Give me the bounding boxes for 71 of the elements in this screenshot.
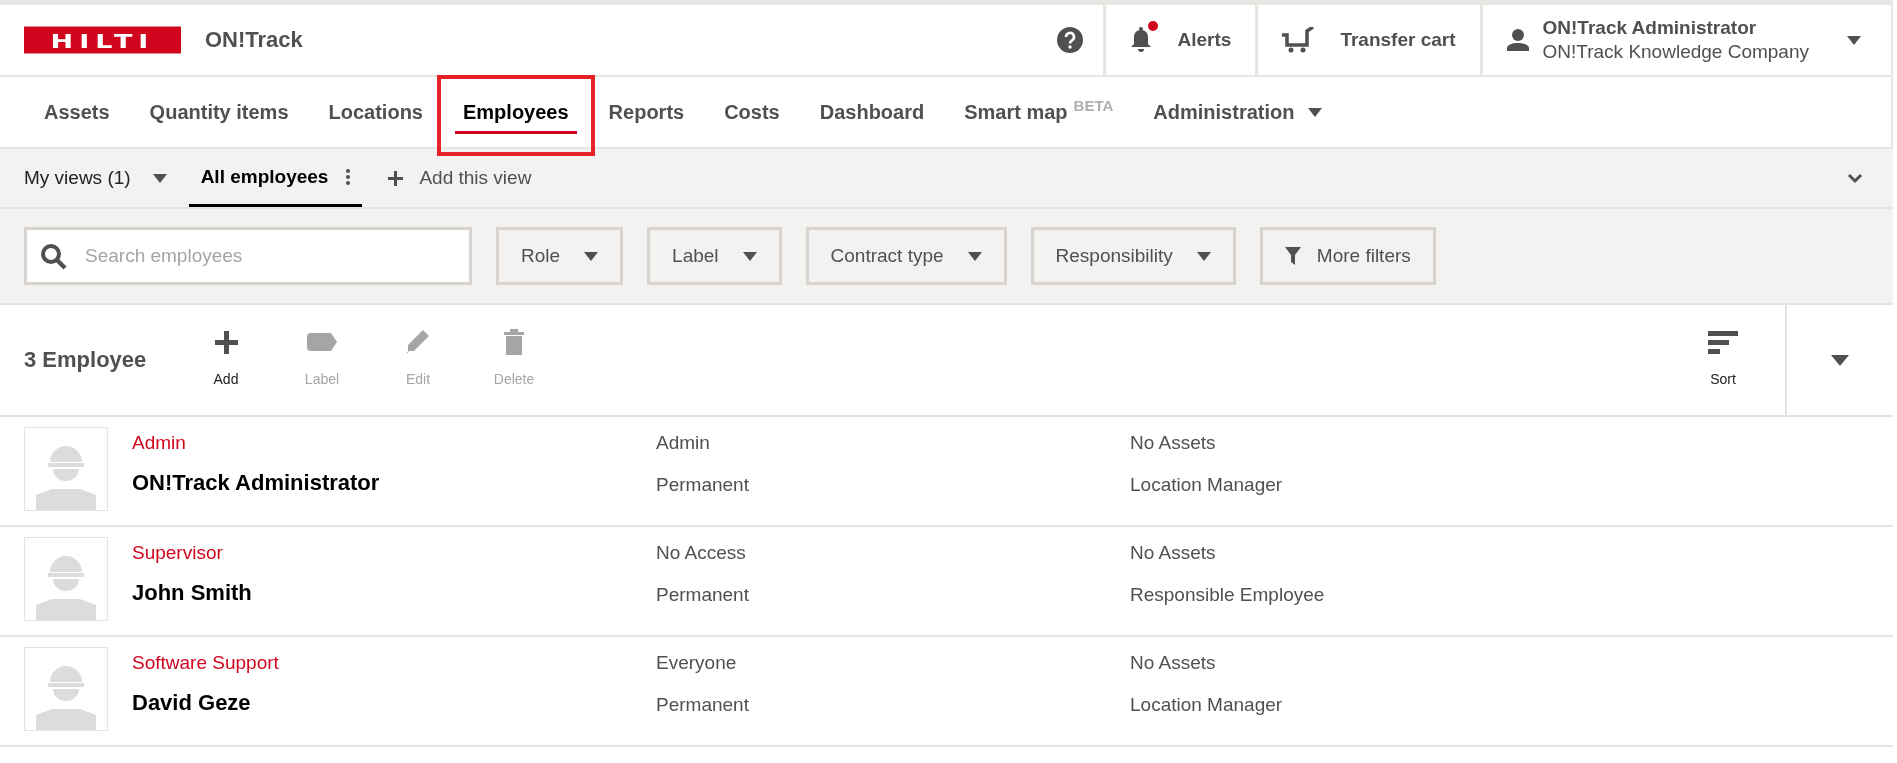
transfer-cart-button[interactable]: Transfer cart: [1255, 5, 1480, 75]
nav-tab[interactable]: Smart map BETA: [944, 77, 1134, 147]
search-field[interactable]: Search employees: [24, 227, 472, 285]
employee-role: Supervisor: [132, 541, 223, 565]
nav-tab[interactable]: Employees: [443, 77, 589, 147]
caret-icon[interactable]: [1831, 354, 1849, 366]
chevron-down-icon[interactable]: [1847, 173, 1863, 184]
contract-type: Permanent: [656, 583, 749, 607]
nav-tab[interactable]: Dashboard: [799, 77, 945, 147]
filter-dropdown[interactable]: Label: [647, 227, 782, 285]
my-views-dropdown[interactable]: My views (1): [24, 149, 167, 207]
employee-name: David Geze: [132, 691, 251, 715]
caret-icon: [1196, 251, 1211, 261]
user-icon: [1506, 29, 1529, 51]
responsibility: Location Manager: [1130, 473, 1283, 497]
caret-icon: [1847, 35, 1861, 45]
sort-icon: [1708, 330, 1738, 354]
plus-icon: [388, 170, 404, 186]
employee-role: Software Support: [132, 651, 279, 675]
asset-status: No Assets: [1130, 431, 1216, 455]
nav-tab[interactable]: Administration: [1133, 77, 1343, 147]
contract-type: Permanent: [656, 473, 749, 497]
sort-button[interactable]: Sort: [1671, 305, 1775, 415]
plus-icon: [214, 330, 238, 354]
employee-count: 3 Employee: [24, 347, 148, 373]
filter-dropdown[interactable]: Responsibility: [1030, 227, 1236, 285]
caret-icon: [152, 173, 167, 183]
nav-tab[interactable]: Reports: [588, 77, 705, 147]
caret-icon: [742, 251, 757, 261]
responsibility: Location Manager: [1130, 693, 1283, 717]
help-icon[interactable]: [1056, 27, 1083, 53]
hilti-logo[interactable]: HILTI: [24, 26, 181, 54]
access-group: Admin: [656, 431, 710, 455]
tag-icon: [307, 333, 337, 351]
more-filters-button[interactable]: More filters: [1259, 227, 1436, 285]
search-icon: [40, 243, 67, 270]
employee-row[interactable]: Admin ON!Track Administrator Admin Permanent No Assets Location Manager: [0, 417, 1893, 527]
nav-tab[interactable]: Locations: [308, 77, 443, 147]
bell-icon: [1129, 27, 1152, 53]
alerts-button[interactable]: Alerts: [1102, 5, 1256, 75]
filter-dropdown[interactable]: Contract type: [805, 227, 1007, 285]
more-icon[interactable]: [346, 167, 351, 186]
nav-tab[interactable]: Assets: [24, 77, 130, 147]
asset-status: No Assets: [1130, 651, 1216, 675]
user-menu[interactable]: ON!Track Administrator ON!Track Knowledge Company: [1479, 5, 1891, 75]
worker-silhouette-icon: [36, 444, 96, 510]
app-title: ON!Track: [205, 27, 303, 53]
beta-label: BETA: [1073, 97, 1114, 114]
access-group: No Access: [656, 541, 746, 565]
caret-icon: [967, 251, 982, 261]
filter-icon: [1284, 247, 1301, 265]
employee-row[interactable]: Supervisor John Smith No Access Permanent No Assets Responsible Employee: [0, 527, 1893, 637]
responsibility: Responsible Employee: [1130, 583, 1325, 607]
access-group: Everyone: [656, 651, 737, 675]
employee-role: Admin: [132, 431, 186, 455]
asset-status: No Assets: [1130, 541, 1216, 565]
contract-type: Permanent: [656, 693, 749, 717]
employee-row[interactable]: Software Support David Geze Everyone Permanent No Assets Location Manager: [0, 637, 1893, 747]
employee-name: John Smith: [132, 581, 252, 605]
nav-tab[interactable]: Quantity items: [129, 77, 309, 147]
trash-icon: [504, 329, 524, 355]
employee-name: ON!Track Administrator: [132, 471, 380, 495]
toolbar-button[interactable]: Add: [178, 305, 274, 415]
pencil-icon: [406, 330, 430, 354]
nav-tab[interactable]: Costs: [704, 77, 800, 147]
cart-icon: [1282, 27, 1315, 53]
add-view-button[interactable]: Add this view: [388, 149, 532, 207]
worker-silhouette-icon: [36, 554, 96, 620]
caret-icon: [584, 251, 599, 261]
worker-silhouette-icon: [36, 664, 96, 730]
filter-dropdown[interactable]: Role: [496, 227, 624, 285]
